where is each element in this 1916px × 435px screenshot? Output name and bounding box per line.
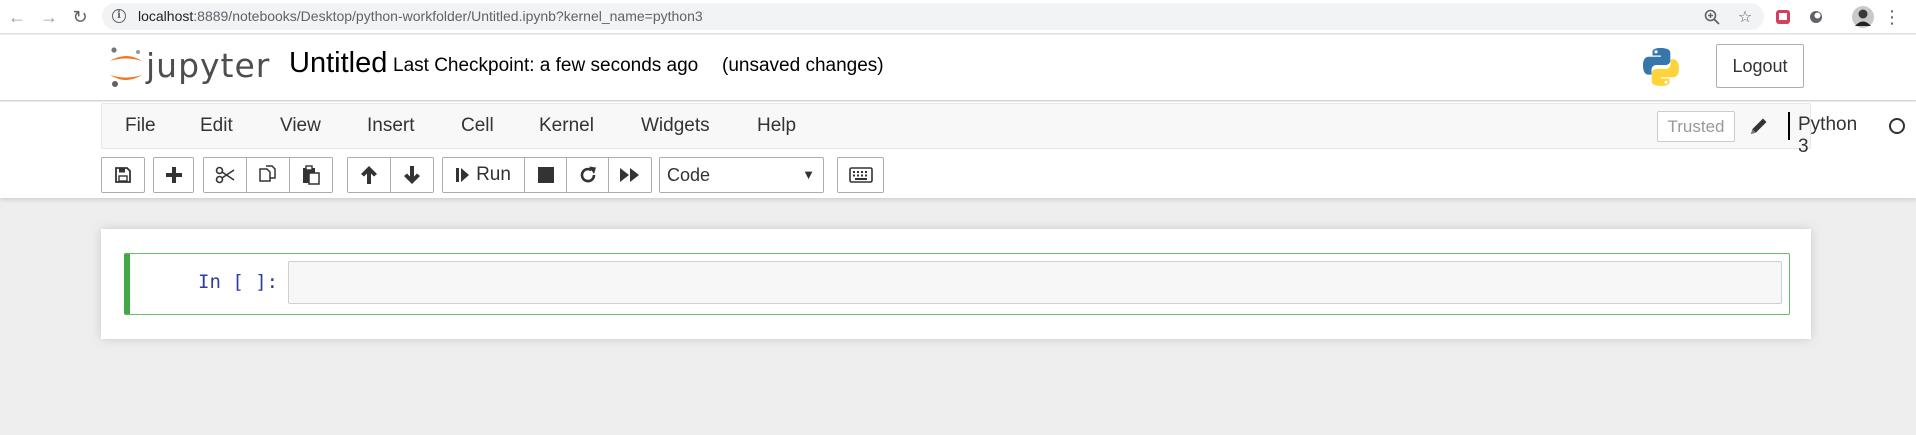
menu-file[interactable]: File — [125, 115, 156, 137]
extension-pocket-icon[interactable] — [1773, 7, 1793, 27]
save-button[interactable] — [101, 157, 145, 193]
kernel-separator — [1788, 112, 1790, 140]
interrupt-kernel-button[interactable] — [524, 157, 567, 193]
site-info-icon[interactable]: i — [112, 9, 126, 23]
forward-arrow-icon[interactable]: → — [37, 5, 61, 29]
pencil-icon — [1748, 115, 1770, 137]
cell-type-dropdown[interactable]: Code ▼ — [659, 157, 824, 193]
notebook-title[interactable]: Untitled — [289, 47, 387, 80]
cell-type-value: Code — [667, 165, 711, 185]
reload-icon[interactable]: ↻ — [68, 5, 92, 29]
copy-cell-button[interactable] — [246, 157, 290, 193]
dropdown-caret-icon: ▼ — [802, 167, 815, 182]
kernel-name[interactable]: Python 3 — [1798, 114, 1857, 158]
profile-avatar[interactable] — [1851, 5, 1875, 29]
url-host: localhost — [138, 8, 194, 24]
step-forward-icon — [456, 168, 470, 182]
menu-kernel[interactable]: Kernel — [539, 115, 594, 137]
jupyter-logo[interactable]: jupyter — [106, 44, 269, 90]
refresh-icon — [580, 166, 596, 183]
menubar-container: File Edit View Insert Cell Kernel Widget… — [0, 102, 1916, 198]
menubar: File Edit View Insert Cell Kernel Widget… — [101, 103, 1905, 157]
url-path: :8889/notebooks/Desktop/python-workfolde… — [193, 8, 703, 24]
code-cell[interactable]: In [ ]: — [124, 253, 1790, 315]
paste-cell-button[interactable] — [289, 157, 333, 193]
bookmark-star-icon[interactable]: ☆ — [1735, 7, 1755, 27]
arrow-down-icon — [404, 166, 420, 184]
save-icon — [115, 167, 131, 183]
copy-icon — [259, 165, 276, 182]
extension-circle-icon[interactable] — [1806, 7, 1826, 27]
jupyter-logo-icon — [110, 47, 142, 87]
cut-cell-button[interactable] — [203, 157, 247, 193]
run-cell-button[interactable]: Run — [442, 157, 525, 193]
url-text[interactable]: localhost:8889/notebooks/Desktop/python-… — [138, 8, 703, 24]
python-logo-icon — [1640, 46, 1682, 88]
notebook-container: In [ ]: — [101, 229, 1811, 339]
menu-edit[interactable]: Edit — [200, 115, 233, 137]
zoom-icon[interactable] — [1702, 7, 1722, 27]
command-palette-button[interactable] — [837, 157, 884, 193]
code-input-area[interactable] — [288, 261, 1782, 304]
plus-icon — [165, 167, 182, 183]
menu-insert[interactable]: Insert — [367, 115, 415, 137]
input-prompt: In [ ]: — [198, 271, 279, 293]
kernel-idle-indicator-icon — [1889, 118, 1905, 134]
menu-cell[interactable]: Cell — [461, 115, 494, 137]
scissors-icon — [215, 166, 235, 184]
paste-icon — [303, 165, 320, 185]
keyboard-icon — [848, 167, 873, 183]
last-checkpoint-text: Last Checkpoint: a few seconds ago — [393, 55, 699, 76]
browser-toolbar: ← → ↻ i localhost:8889/notebooks/Desktop… — [0, 0, 1916, 34]
jupyter-logo-text: jupyter — [146, 46, 271, 85]
trusted-notebook-indicator[interactable]: Trusted — [1657, 111, 1735, 142]
stop-icon — [537, 167, 554, 183]
fast-forward-icon — [620, 168, 639, 182]
address-bar[interactable]: i localhost:8889/notebooks/Desktop/pytho… — [102, 3, 1764, 30]
arrow-up-icon — [361, 166, 377, 184]
menu-widgets[interactable]: Widgets — [641, 115, 710, 137]
browser-menu-icon[interactable]: ⋮ — [1880, 5, 1904, 29]
jupyter-header: jupyter Untitled Last Checkpoint: a few … — [0, 35, 1916, 101]
insert-cell-below-button[interactable] — [153, 157, 194, 193]
autosave-status: (unsaved changes) — [722, 55, 884, 76]
menu-view[interactable]: View — [280, 115, 321, 137]
move-cell-up-button[interactable] — [347, 157, 391, 193]
move-cell-down-button[interactable] — [390, 157, 434, 193]
restart-kernel-button[interactable] — [566, 157, 609, 193]
run-label: Run — [476, 164, 511, 185]
restart-run-all-button[interactable] — [608, 157, 652, 193]
menu-help[interactable]: Help — [757, 115, 796, 137]
logout-button[interactable]: Logout — [1716, 44, 1804, 88]
back-arrow-icon[interactable]: ← — [5, 5, 29, 29]
